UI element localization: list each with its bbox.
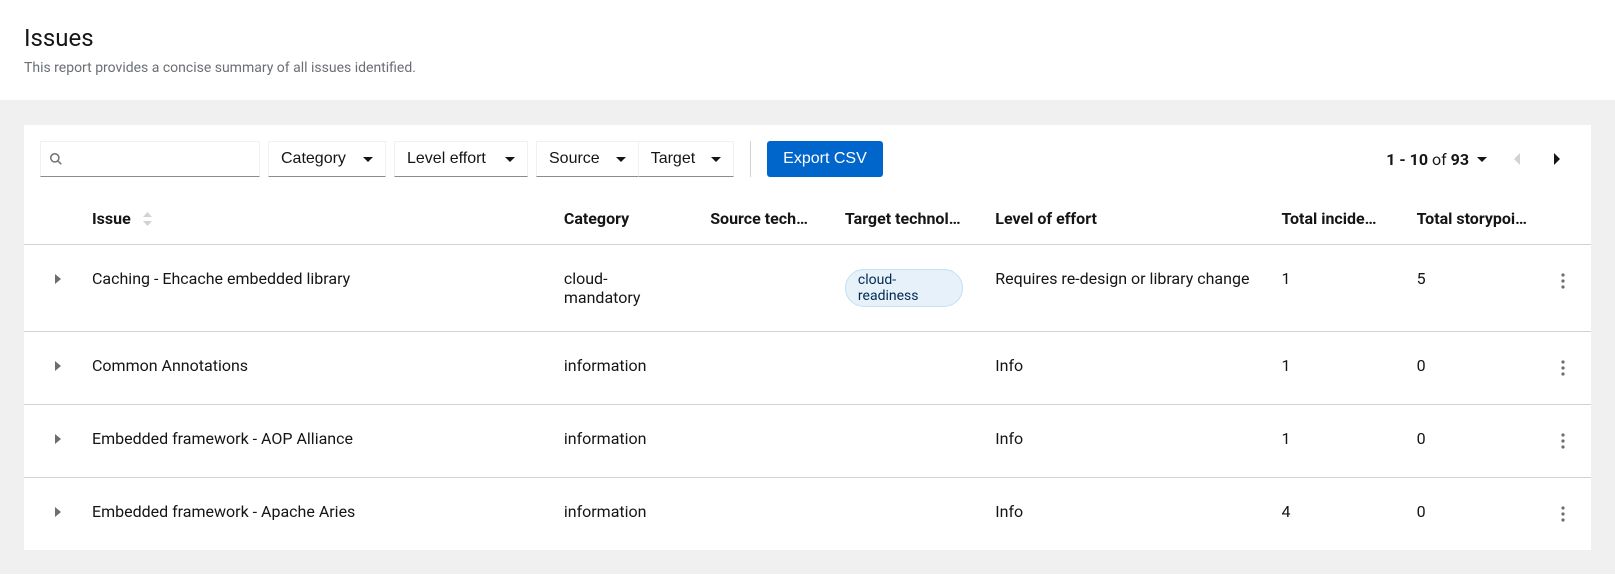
cell-incidents: 4 <box>1265 478 1400 551</box>
search-field[interactable] <box>40 141 260 177</box>
pagination-prev-button[interactable] <box>1499 141 1535 177</box>
cell-storypoints: 5 <box>1401 245 1544 332</box>
col-issue[interactable]: Issue <box>76 193 548 245</box>
table-row: Common Annotationsinformation Info10 <box>24 332 1591 405</box>
cell-target <box>829 332 979 405</box>
filter-level-effort-label: Level effort <box>407 150 486 168</box>
caret-down-icon <box>363 157 373 162</box>
chevron-right-icon <box>54 506 62 518</box>
cell-storypoints: 0 <box>1401 405 1544 478</box>
chevron-right-icon <box>1552 151 1562 167</box>
col-storypoints[interactable]: Total storypoints <box>1401 193 1544 245</box>
chevron-right-icon <box>54 273 62 285</box>
cell-category: information <box>548 405 694 478</box>
kebab-icon <box>1561 506 1565 522</box>
table-row: Embedded framework - AOP Allianceinforma… <box>24 405 1591 478</box>
cell-target <box>829 478 979 551</box>
table-header: Issue Category Source technology Target … <box>24 193 1591 245</box>
chevron-right-icon <box>54 433 62 445</box>
cell-storypoints: 0 <box>1401 332 1544 405</box>
cell-issue: Caching - Ehcache embedded library <box>76 245 548 332</box>
pagination-range: 1 - 10 <box>1386 150 1428 169</box>
table-body: Caching - Ehcache embedded librarycloud-… <box>24 245 1591 551</box>
cell-category: information <box>548 478 694 551</box>
col-issue-label: Issue <box>92 209 131 228</box>
sort-icon <box>143 212 152 226</box>
pagination-total: 93 <box>1451 150 1469 169</box>
cell-incidents: 1 <box>1265 245 1400 332</box>
col-incidents[interactable]: Total incidents <box>1265 193 1400 245</box>
cell-issue: Common Annotations <box>76 332 548 405</box>
col-category[interactable]: Category <box>548 193 694 245</box>
row-actions-button[interactable] <box>1551 502 1575 526</box>
page-header: Issues This report provides a concise su… <box>0 0 1615 101</box>
col-expand <box>24 193 76 245</box>
cell-effort: Requires re-design or library change <box>979 245 1265 332</box>
export-csv-button[interactable]: Export CSV <box>767 141 883 177</box>
issues-table: Issue Category Source technology Target … <box>24 193 1591 550</box>
row-actions-button[interactable] <box>1551 269 1575 293</box>
expand-row-button[interactable] <box>48 356 68 376</box>
page-subtitle: This report provides a concise summary o… <box>24 60 1591 76</box>
target-badge: cloud-readiness <box>845 269 963 307</box>
content-area: Category Level effort Source Target Expo… <box>0 101 1615 574</box>
filter-target-dropdown[interactable]: Target <box>638 141 734 177</box>
cell-incidents: 1 <box>1265 405 1400 478</box>
cell-source <box>694 405 829 478</box>
table-row: Caching - Ehcache embedded librarycloud-… <box>24 245 1591 332</box>
toolbar: Category Level effort Source Target Expo… <box>24 125 1591 193</box>
cell-category: information <box>548 332 694 405</box>
table-row: Embedded framework - Apache Ariesinforma… <box>24 478 1591 551</box>
filter-target-label: Target <box>651 150 695 168</box>
cell-issue: Embedded framework - Apache Aries <box>76 478 548 551</box>
chevron-right-icon <box>54 360 62 372</box>
filter-category-label: Category <box>281 150 346 168</box>
caret-down-icon <box>1477 157 1487 162</box>
row-actions-button[interactable] <box>1551 356 1575 380</box>
col-source[interactable]: Source technology <box>694 193 829 245</box>
row-actions-button[interactable] <box>1551 429 1575 453</box>
expand-row-button[interactable] <box>48 429 68 449</box>
pagination-of: of <box>1432 150 1447 169</box>
filter-source-dropdown[interactable]: Source <box>536 141 638 177</box>
kebab-icon <box>1561 360 1565 376</box>
source-target-group: Source Target <box>536 141 734 177</box>
cell-effort: Info <box>979 332 1265 405</box>
cell-source <box>694 478 829 551</box>
cell-source <box>694 245 829 332</box>
col-effort[interactable]: Level of effort <box>979 193 1265 245</box>
caret-down-icon <box>505 157 515 162</box>
cell-incidents: 1 <box>1265 332 1400 405</box>
search-icon <box>49 152 63 166</box>
col-target[interactable]: Target technology <box>829 193 979 245</box>
caret-down-icon <box>616 157 626 162</box>
cell-target <box>829 405 979 478</box>
cell-effort: Info <box>979 478 1265 551</box>
kebab-icon <box>1561 273 1565 289</box>
filter-source-label: Source <box>549 150 600 168</box>
pagination-info-dropdown[interactable]: 1 - 10 of 93 <box>1378 144 1495 175</box>
cell-source <box>694 332 829 405</box>
cell-storypoints: 0 <box>1401 478 1544 551</box>
filter-level-effort-dropdown[interactable]: Level effort <box>394 141 528 177</box>
search-input[interactable] <box>63 150 251 168</box>
expand-row-button[interactable] <box>48 502 68 522</box>
page-title: Issues <box>24 24 1591 52</box>
chevron-left-icon <box>1512 151 1522 167</box>
caret-down-icon <box>711 157 721 162</box>
expand-row-button[interactable] <box>48 269 68 289</box>
cell-target: cloud-readiness <box>829 245 979 332</box>
pagination: 1 - 10 of 93 <box>1378 141 1575 177</box>
kebab-icon <box>1561 433 1565 449</box>
toolbar-divider <box>750 141 751 177</box>
cell-issue: Embedded framework - AOP Alliance <box>76 405 548 478</box>
col-actions <box>1543 193 1591 245</box>
pagination-next-button[interactable] <box>1539 141 1575 177</box>
cell-category: cloud-mandatory <box>548 245 694 332</box>
cell-effort: Info <box>979 405 1265 478</box>
issues-card: Category Level effort Source Target Expo… <box>24 125 1591 550</box>
pagination-text: 1 - 10 of 93 <box>1386 150 1469 169</box>
filter-category-dropdown[interactable]: Category <box>268 141 386 177</box>
